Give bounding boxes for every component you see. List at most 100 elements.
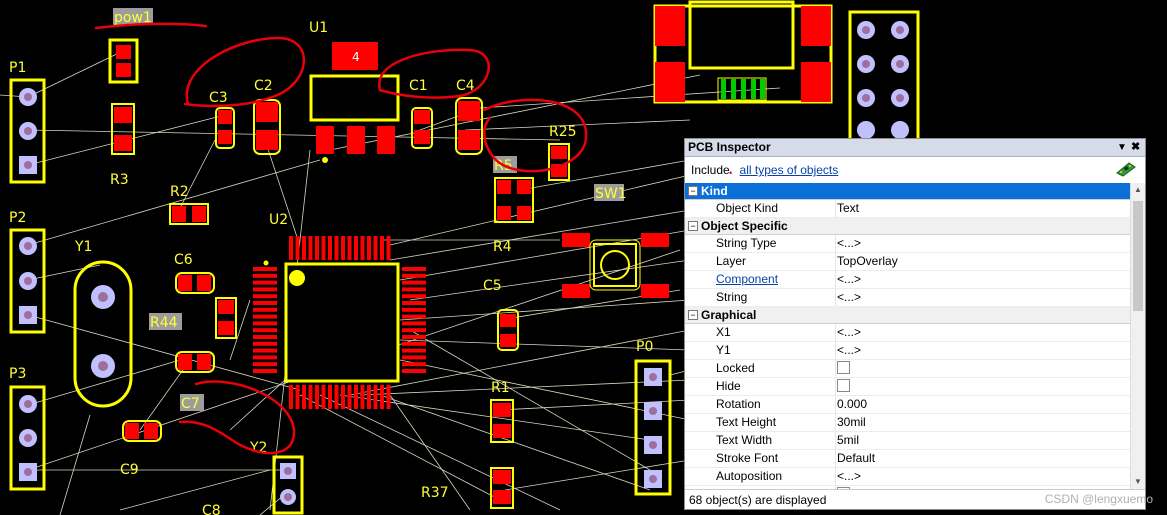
dropdown-arrow-icon[interactable]: ▼: [1117, 139, 1127, 156]
component-r2[interactable]: [169, 203, 209, 225]
u2-pad[interactable]: [334, 385, 339, 409]
u2-pad[interactable]: [367, 385, 371, 409]
prop-component[interactable]: Component <...>: [685, 271, 1130, 289]
u2-pad[interactable]: [402, 328, 426, 333]
component-c6[interactable]: [175, 272, 215, 294]
u2-pad[interactable]: [367, 236, 371, 260]
u2-pad[interactable]: [347, 385, 352, 409]
component-link[interactable]: Component: [716, 271, 831, 288]
u2-pad[interactable]: [289, 236, 293, 260]
prop-text-width[interactable]: Text Width 5mil: [685, 432, 1130, 450]
u2-pad[interactable]: [253, 335, 277, 339]
u2-pad[interactable]: [402, 287, 426, 292]
scroll-down-icon[interactable]: ▼: [1131, 475, 1145, 489]
u2-pad[interactable]: [328, 385, 332, 409]
u2-pad[interactable]: [402, 273, 426, 278]
connector-p1[interactable]: [9, 78, 46, 184]
u2-pad[interactable]: [402, 362, 426, 367]
component-usb[interactable]: [653, 0, 833, 104]
u2-pad[interactable]: [253, 328, 277, 333]
component-c1[interactable]: [411, 107, 433, 149]
u2-pad[interactable]: [354, 236, 358, 260]
u2-pad[interactable]: [302, 236, 306, 260]
u2-pad[interactable]: [402, 348, 426, 353]
prop-x1[interactable]: X1 <...>: [685, 324, 1130, 342]
prop-autoposition[interactable]: Autoposition <...>: [685, 468, 1130, 486]
u2-pad[interactable]: [402, 301, 426, 305]
u2-pad[interactable]: [321, 236, 326, 260]
vertical-scrollbar[interactable]: ▲ ▼: [1130, 183, 1145, 489]
u2-pad[interactable]: [402, 341, 426, 346]
u2-pad[interactable]: [360, 385, 365, 409]
prop-stroke-font[interactable]: Stroke Font Default: [685, 450, 1130, 468]
u2-pad[interactable]: [373, 236, 378, 260]
u2-pad[interactable]: [402, 314, 426, 319]
collapse-icon[interactable]: −: [688, 221, 698, 231]
component-pow1[interactable]: [108, 38, 139, 84]
u2-pad[interactable]: [308, 385, 313, 409]
component-c2[interactable]: [253, 99, 281, 155]
u2-pad[interactable]: [253, 287, 277, 292]
close-icon[interactable]: ✖: [1131, 139, 1140, 156]
category-object-specific[interactable]: − Object Specific: [685, 218, 1130, 235]
u2-pad[interactable]: [380, 236, 384, 260]
u2-pad[interactable]: [402, 369, 426, 373]
component-y2[interactable]: [272, 455, 304, 515]
component-r44[interactable]: [215, 297, 237, 339]
u2-pad[interactable]: [402, 335, 426, 339]
u2-pad[interactable]: [341, 385, 345, 409]
u2-pad[interactable]: [295, 385, 300, 409]
u2-pad[interactable]: [402, 307, 426, 312]
component-u1[interactable]: 4: [309, 42, 400, 163]
u2-pad[interactable]: [328, 236, 332, 260]
u2-pad[interactable]: [253, 294, 277, 299]
u2-pad[interactable]: [321, 385, 326, 409]
component-r37[interactable]: [490, 467, 514, 509]
u2-pad[interactable]: [402, 294, 426, 299]
component-r5[interactable]: [494, 177, 534, 223]
u2-pad[interactable]: [386, 385, 391, 409]
u2-pad[interactable]: [253, 362, 277, 367]
u2-pad[interactable]: [253, 280, 277, 285]
prop-locked[interactable]: Locked: [685, 360, 1130, 378]
scroll-up-icon[interactable]: ▲: [1131, 183, 1145, 197]
u2-pad[interactable]: [341, 236, 345, 260]
component-r1[interactable]: [490, 399, 514, 443]
prop-layer[interactable]: Layer TopOverlay: [685, 253, 1130, 271]
u2-pad[interactable]: [315, 385, 319, 409]
prop-text-height[interactable]: Text Height 30mil: [685, 414, 1130, 432]
include-link[interactable]: all types of objects: [740, 163, 839, 177]
u2-pad[interactable]: [295, 236, 300, 260]
u2-pad[interactable]: [402, 267, 426, 271]
u2-pad[interactable]: [360, 236, 365, 260]
u2-pad[interactable]: [253, 341, 277, 346]
category-kind[interactable]: − Kind: [685, 183, 1130, 200]
u2-pad[interactable]: [253, 301, 277, 305]
component-c3[interactable]: [215, 107, 235, 149]
u2-pad[interactable]: [334, 236, 339, 260]
component-c4[interactable]: [455, 97, 483, 155]
prop-object-kind[interactable]: Object Kind Text: [685, 200, 1130, 218]
u2-pad[interactable]: [289, 385, 293, 409]
collapse-icon[interactable]: −: [688, 310, 698, 320]
collapse-icon[interactable]: −: [688, 186, 698, 196]
prop-string-type[interactable]: String Type <...>: [685, 235, 1130, 253]
connector-p2[interactable]: [9, 228, 46, 334]
component-c9[interactable]: [122, 420, 162, 442]
component-r3[interactable]: [111, 103, 135, 155]
component-c5[interactable]: [497, 309, 519, 351]
u2-pad[interactable]: [402, 355, 426, 360]
u2-pad[interactable]: [302, 385, 306, 409]
u2-pad[interactable]: [354, 385, 358, 409]
u2-pad[interactable]: [315, 236, 319, 260]
u2-pad[interactable]: [380, 385, 384, 409]
scroll-thumb[interactable]: [1133, 201, 1143, 311]
u2-pad[interactable]: [402, 321, 426, 326]
category-graphical[interactable]: − Graphical: [685, 307, 1130, 324]
u2-pad[interactable]: [253, 321, 277, 326]
connector-p3[interactable]: [9, 385, 46, 491]
u2-pad[interactable]: [253, 355, 277, 360]
component-c-crystal[interactable]: [175, 351, 215, 373]
prop-string[interactable]: String <...>: [685, 289, 1130, 307]
hide-checkbox[interactable]: [837, 379, 850, 393]
